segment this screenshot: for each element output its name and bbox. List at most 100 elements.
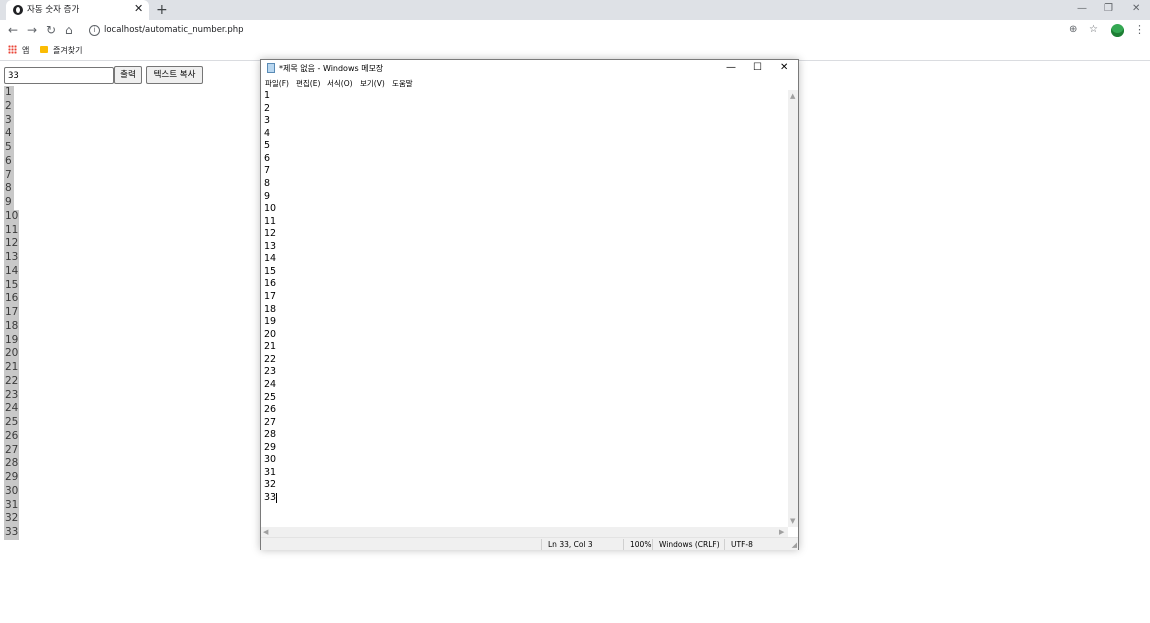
notepad-line-text: 27 bbox=[264, 416, 277, 428]
notepad-line-text: 10 bbox=[264, 203, 277, 215]
notepad-line: 14 bbox=[264, 253, 788, 266]
notepad-line: 4 bbox=[264, 128, 788, 141]
notepad-statusbar: Ln 33, Col 3 100% Windows (CRLF) UTF-8 ◢ bbox=[261, 537, 798, 550]
back-button[interactable]: ← bbox=[8, 23, 18, 37]
notepad-line: 19 bbox=[264, 316, 788, 329]
reload-button[interactable]: ↻ bbox=[46, 23, 56, 37]
menu-view[interactable]: 보기(V) bbox=[360, 78, 385, 89]
window-minimize-button[interactable]: — bbox=[1077, 1, 1087, 17]
notepad-text-area[interactable]: 1 2 3 4 5 6 7 8 9 10 11 12 13 14 15 16 17 18 19 20 21 22 23 24 2… bbox=[261, 90, 788, 527]
number-item: 18 bbox=[4, 319, 19, 334]
scroll-up-icon[interactable]: ▲ bbox=[790, 92, 795, 100]
forward-button[interactable]: → bbox=[27, 23, 37, 37]
notepad-line-text: 19 bbox=[264, 316, 277, 328]
number-item: 24 bbox=[4, 402, 19, 416]
number-item: 14 bbox=[4, 264, 19, 279]
notepad-menubar: 파일(F) 편집(E) 서식(O) 보기(V) 도움말 bbox=[261, 76, 798, 90]
notepad-line: 23 bbox=[264, 366, 788, 379]
scroll-right-icon[interactable]: ▶ bbox=[779, 528, 784, 536]
notepad-line: 17 bbox=[264, 291, 788, 304]
window-close-button[interactable]: ✕ bbox=[1132, 1, 1140, 17]
copy-text-button[interactable]: 텍스트 복사 bbox=[146, 66, 203, 84]
notepad-line: 27 bbox=[264, 417, 788, 430]
menu-edit[interactable]: 편집(E) bbox=[296, 78, 320, 89]
number-item: 25 bbox=[4, 416, 19, 430]
number-item: 31 bbox=[4, 498, 19, 513]
notepad-line-text: 18 bbox=[264, 303, 277, 315]
number-item: 21 bbox=[4, 361, 19, 375]
bookmark-folder-favorites[interactable]: 즐겨찾기 bbox=[53, 45, 82, 56]
number-list: 1 2 3 4 5 6 7 8 9 10 11 12 13 14 15 16 17 18 19 20 21 22 23 24 2… bbox=[4, 86, 20, 540]
notepad-line: 20 bbox=[264, 329, 788, 342]
notepad-line: 24 bbox=[264, 379, 788, 392]
notepad-title: *제목 없음 - Windows 메모장 bbox=[279, 64, 384, 73]
bookmark-star-icon[interactable]: ☆ bbox=[1089, 24, 1098, 36]
notepad-maximize-button[interactable]: ☐ bbox=[753, 61, 762, 75]
number-item: 23 bbox=[4, 388, 19, 403]
notepad-line: 12 bbox=[264, 228, 788, 241]
notepad-line: 11 bbox=[264, 216, 788, 229]
notepad-line-text: 12 bbox=[264, 228, 277, 240]
notepad-minimize-button[interactable]: — bbox=[726, 61, 736, 75]
menu-file[interactable]: 파일(F) bbox=[265, 78, 289, 89]
scroll-left-icon[interactable]: ◀ bbox=[263, 528, 268, 536]
number-item: 9 bbox=[4, 196, 14, 210]
notepad-line: 31 bbox=[264, 467, 788, 480]
horizontal-scrollbar[interactable]: ◀ ▶ bbox=[261, 527, 788, 537]
apps-grid-icon[interactable] bbox=[8, 45, 17, 54]
notepad-line: 29 bbox=[264, 442, 788, 455]
vertical-scrollbar[interactable]: ▲ ▼ bbox=[788, 90, 798, 527]
notepad-line-text: 32 bbox=[264, 479, 277, 491]
status-line-ending: Windows (CRLF) bbox=[652, 539, 724, 550]
notepad-line-text: 5 bbox=[264, 140, 271, 152]
number-item: 12 bbox=[4, 237, 19, 251]
notepad-line: 28 bbox=[264, 429, 788, 442]
notepad-line: 25 bbox=[264, 392, 788, 405]
tab-close-icon[interactable]: ✕ bbox=[134, 2, 143, 16]
scroll-down-icon[interactable]: ▼ bbox=[790, 517, 795, 525]
number-item: 7 bbox=[4, 168, 14, 183]
notepad-close-button[interactable]: ✕ bbox=[780, 61, 788, 75]
notepad-line: 30 bbox=[264, 454, 788, 467]
number-item: 28 bbox=[4, 457, 19, 471]
number-item: 11 bbox=[4, 223, 19, 238]
print-button[interactable]: 출력 bbox=[114, 66, 142, 84]
notepad-line-text: 9 bbox=[264, 190, 271, 202]
new-tab-button[interactable]: + bbox=[156, 2, 168, 18]
number-item: 26 bbox=[4, 429, 19, 444]
notepad-line: 3 bbox=[264, 115, 788, 128]
number-input[interactable] bbox=[4, 67, 114, 84]
notepad-line-text: 11 bbox=[264, 215, 277, 227]
window-restore-button[interactable]: ❐ bbox=[1104, 1, 1113, 17]
number-item: 33 bbox=[4, 526, 19, 540]
notepad-line-text: 1 bbox=[264, 90, 271, 101]
notepad-lines: 1 2 3 4 5 6 7 8 9 10 11 12 13 14 15 16 17 18 19 20 21 22 23 24 2… bbox=[261, 90, 788, 505]
bookmark-apps[interactable]: 앱 bbox=[22, 45, 29, 56]
notepad-line-text: 23 bbox=[264, 366, 277, 378]
tab-strip: 자동 숫자 증가 ✕ + — ❐ ✕ bbox=[0, 0, 1150, 20]
site-info-icon[interactable]: i bbox=[89, 25, 100, 36]
number-item: 17 bbox=[4, 306, 19, 320]
zoom-icon[interactable]: ⊕ bbox=[1069, 24, 1077, 36]
notepad-line-text: 3 bbox=[264, 115, 271, 127]
notepad-line: 9 bbox=[264, 191, 788, 204]
number-item: 4 bbox=[4, 127, 14, 141]
number-item: 6 bbox=[4, 154, 14, 169]
resize-grip-icon[interactable]: ◢ bbox=[792, 542, 797, 549]
menu-help[interactable]: 도움말 bbox=[392, 78, 413, 89]
number-item: 19 bbox=[4, 333, 19, 348]
notepad-line-text: 33 bbox=[264, 492, 277, 503]
notepad-line: 2 bbox=[264, 103, 788, 116]
home-button[interactable]: ⌂ bbox=[65, 23, 73, 37]
number-item: 15 bbox=[4, 278, 19, 293]
notepad-line-text: 7 bbox=[264, 165, 271, 177]
notepad-line-text: 2 bbox=[264, 102, 271, 114]
profile-avatar[interactable] bbox=[1111, 24, 1124, 37]
browser-tab[interactable]: 자동 숫자 증가 ✕ bbox=[6, 0, 149, 20]
notepad-titlebar[interactable]: *제목 없음 - Windows 메모장 — ☐ ✕ bbox=[261, 60, 798, 76]
menu-format[interactable]: 서식(O) bbox=[327, 78, 353, 89]
notepad-line-text: 4 bbox=[264, 127, 271, 139]
notepad-line-text: 25 bbox=[264, 391, 277, 403]
browser-menu-icon[interactable]: ⋮ bbox=[1134, 23, 1145, 37]
address-bar[interactable]: localhost/automatic_number.php bbox=[104, 25, 244, 35]
